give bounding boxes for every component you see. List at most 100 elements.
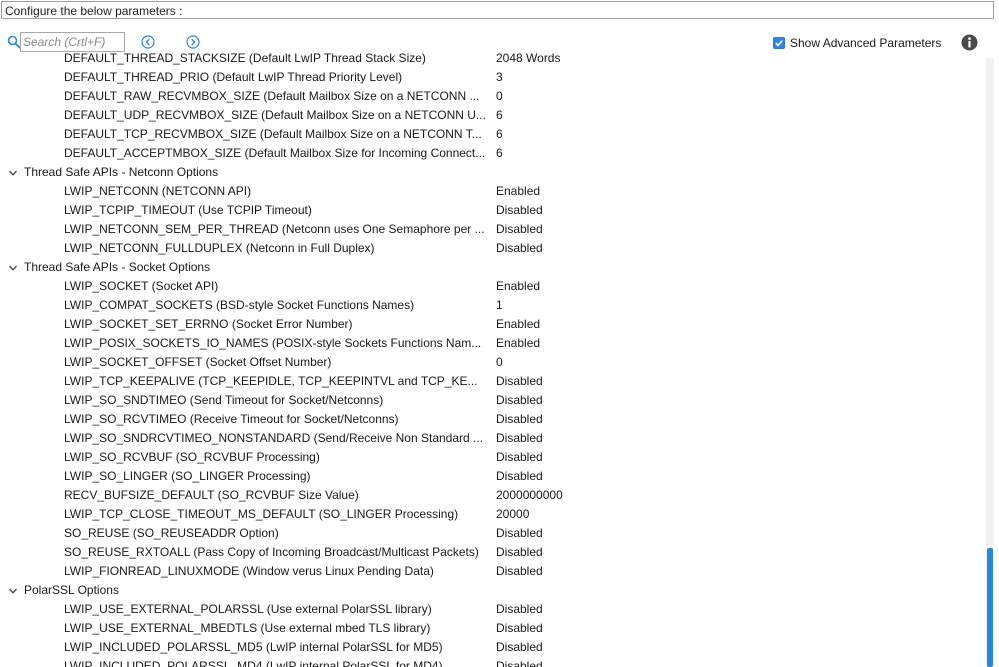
chevron-down-icon[interactable]	[8, 586, 18, 596]
parameter-name: SO_REUSE (SO_REUSEADDR Option)	[64, 526, 279, 540]
parameter-value[interactable]: Disabled	[496, 543, 543, 562]
parameter-name: LWIP_INCLUDED_POLARSSL_MD4 (LwIP interna…	[64, 659, 443, 667]
parameter-row[interactable]: LWIP_TCP_CLOSE_TIMEOUT_MS_DEFAULT (SO_LI…	[0, 505, 985, 524]
parameter-name: LWIP_NETCONN_FULLDUPLEX (Netconn in Full…	[64, 241, 375, 255]
parameter-value[interactable]: 6	[496, 106, 503, 125]
parameter-row[interactable]: LWIP_SOCKET_OFFSET (Socket Offset Number…	[0, 353, 985, 372]
parameter-name: LWIP_SO_RCVTIMEO (Receive Timeout for So…	[64, 412, 399, 426]
next-match-icon[interactable]	[186, 35, 200, 49]
group-label: PolarSSL Options	[24, 583, 119, 597]
parameter-name: DEFAULT_THREAD_PRIO (Default LwIP Thread…	[64, 70, 403, 84]
parameter-value[interactable]: Disabled	[496, 524, 543, 543]
parameter-name: DEFAULT_UDP_RECVMBOX_SIZE (Default Mailb…	[64, 108, 486, 122]
parameter-name: DEFAULT_ACCEPTMBOX_SIZE (Default Mailbox…	[64, 146, 486, 160]
group-label: Thread Safe APIs - Socket Options	[24, 260, 211, 274]
parameter-value[interactable]: 0	[496, 87, 503, 106]
parameter-value[interactable]: 2048 Words	[496, 49, 560, 68]
parameter-row[interactable]: LWIP_INCLUDED_POLARSSL_MD4 (LwIP interna…	[0, 657, 985, 667]
chevron-down-icon[interactable]	[8, 263, 18, 273]
parameter-row[interactable]: RECV_BUFSIZE_DEFAULT (SO_RCVBUF Size Val…	[0, 486, 985, 505]
parameter-row[interactable]: LWIP_NETCONN (NETCONN API) Enabled	[0, 182, 985, 201]
parameter-row[interactable]: SO_REUSE (SO_REUSEADDR Option) Disabled	[0, 524, 985, 543]
parameter-value[interactable]: 20000	[496, 505, 529, 524]
parameter-name: LWIP_COMPAT_SOCKETS (BSD-style Socket Fu…	[64, 298, 415, 312]
parameter-row[interactable]: LWIP_USE_EXTERNAL_POLARSSL (Use external…	[0, 600, 985, 619]
parameter-value[interactable]: Disabled	[496, 391, 543, 410]
parameter-value[interactable]: Enabled	[496, 315, 540, 334]
parameter-row[interactable]: LWIP_SO_RCVTIMEO (Receive Timeout for So…	[0, 410, 985, 429]
parameter-value[interactable]: Disabled	[496, 600, 543, 619]
group-row[interactable]: PolarSSL Options	[0, 581, 985, 600]
parameter-row[interactable]: LWIP_NETCONN_FULLDUPLEX (Netconn in Full…	[0, 239, 985, 258]
parameter-row[interactable]: LWIP_SO_SNDTIMEO (Send Timeout for Socke…	[0, 391, 985, 410]
parameter-value[interactable]: 0	[496, 353, 503, 372]
parameter-value[interactable]: Disabled	[496, 657, 543, 667]
parameter-value[interactable]: Enabled	[496, 334, 540, 353]
parameter-name: LWIP_SO_SNDTIMEO (Send Timeout for Socke…	[64, 393, 384, 407]
parameter-value[interactable]: Disabled	[496, 372, 543, 391]
parameter-row[interactable]: DEFAULT_TCP_RECVMBOX_SIZE (Default Mailb…	[0, 125, 985, 144]
parameter-name: LWIP_TCPIP_TIMEOUT (Use TCPIP Timeout)	[64, 203, 312, 217]
parameter-row[interactable]: LWIP_SO_SNDRCVTIMEO_NONSTANDARD (Send/Re…	[0, 429, 985, 448]
parameter-row[interactable]: LWIP_SO_LINGER (SO_LINGER Processing) Dis…	[0, 467, 985, 486]
parameter-row[interactable]: DEFAULT_ACCEPTMBOX_SIZE (Default Mailbox…	[0, 144, 985, 163]
parameter-value[interactable]: 2000000000	[496, 486, 563, 505]
parameter-value[interactable]: Disabled	[496, 448, 543, 467]
group-label: Thread Safe APIs - Netconn Options	[24, 165, 219, 179]
parameter-value[interactable]: 6	[496, 144, 503, 163]
parameter-value[interactable]: Disabled	[496, 410, 543, 429]
parameter-value[interactable]: Disabled	[496, 429, 543, 448]
parameter-row[interactable]: LWIP_COMPAT_SOCKETS (BSD-style Socket Fu…	[0, 296, 985, 315]
parameter-name: LWIP_SOCKET (Socket API)	[64, 279, 219, 293]
parameter-row[interactable]: LWIP_INCLUDED_POLARSSL_MD5 (LwIP interna…	[0, 638, 985, 657]
parameter-value[interactable]: Disabled	[496, 467, 543, 486]
previous-match-icon[interactable]	[141, 35, 155, 49]
parameter-row[interactable]: LWIP_FIONREAD_LINUXMODE (Window verus Li…	[0, 562, 985, 581]
parameter-row[interactable]: DEFAULT_RAW_RECVMBOX_SIZE (Default Mailb…	[0, 87, 985, 106]
parameter-value[interactable]: 6	[496, 125, 503, 144]
group-row[interactable]: Thread Safe APIs - Socket Options	[0, 258, 985, 277]
parameter-row[interactable]: LWIP_SOCKET_SET_ERRNO (Socket Error Numb…	[0, 315, 985, 334]
parameter-row[interactable]: LWIP_POSIX_SOCKETS_IO_NAMES (POSIX-style…	[0, 334, 985, 353]
parameter-name: LWIP_POSIX_SOCKETS_IO_NAMES (POSIX-style…	[64, 336, 482, 350]
parameter-name: LWIP_INCLUDED_POLARSSL_MD5 (LwIP interna…	[64, 640, 443, 654]
parameter-row[interactable]: LWIP_SOCKET (Socket API) Enabled	[0, 277, 985, 296]
parameter-value[interactable]: Disabled	[496, 562, 543, 581]
scrollbar-thumb[interactable]	[987, 548, 993, 667]
header-title: Configure the below parameters :	[5, 4, 183, 18]
parameter-row[interactable]: DEFAULT_THREAD_STACKSIZE (Default LwIP T…	[0, 49, 985, 68]
parameter-value[interactable]: 3	[496, 68, 503, 87]
parameter-value[interactable]: 1	[496, 296, 503, 315]
parameter-value[interactable]: Disabled	[496, 638, 543, 657]
parameter-name: LWIP_TCP_KEEPALIVE (TCP_KEEPIDLE, TCP_KE…	[64, 374, 478, 388]
search-icon[interactable]	[7, 35, 21, 49]
parameter-name: RECV_BUFSIZE_DEFAULT (SO_RCVBUF Size Val…	[64, 488, 359, 502]
parameter-row[interactable]: LWIP_USE_EXTERNAL_MBEDTLS (Use external …	[0, 619, 985, 638]
parameter-row[interactable]: DEFAULT_THREAD_PRIO (Default LwIP Thread…	[0, 68, 985, 87]
parameter-name: LWIP_USE_EXTERNAL_POLARSSL (Use external…	[64, 602, 432, 616]
group-row[interactable]: Thread Safe APIs - Netconn Options	[0, 163, 985, 182]
show-advanced-checkbox[interactable]	[773, 37, 785, 49]
parameter-name: DEFAULT_TCP_RECVMBOX_SIZE (Default Mailb…	[64, 127, 482, 141]
parameter-row[interactable]: LWIP_SO_RCVBUF (SO_RCVBUF Processing) Dis…	[0, 448, 985, 467]
parameter-name: DEFAULT_RAW_RECVMBOX_SIZE (Default Mailb…	[64, 89, 480, 103]
parameter-name: LWIP_SO_LINGER (SO_LINGER Processing)	[64, 469, 311, 483]
parameter-value[interactable]: Disabled	[496, 239, 543, 258]
parameter-value[interactable]: Disabled	[496, 220, 543, 239]
parameter-value[interactable]: Disabled	[496, 201, 543, 220]
parameter-value[interactable]: Disabled	[496, 619, 543, 638]
checkmark-icon	[775, 40, 783, 47]
parameter-row[interactable]: SO_REUSE_RXTOALL (Pass Copy of Incoming …	[0, 543, 985, 562]
parameter-row[interactable]: DEFAULT_UDP_RECVMBOX_SIZE (Default Mailb…	[0, 106, 985, 125]
chevron-down-icon[interactable]	[8, 168, 18, 178]
parameter-name: LWIP_SOCKET_OFFSET (Socket Offset Number…	[64, 355, 332, 369]
parameter-row[interactable]: LWIP_NETCONN_SEM_PER_THREAD (Netconn use…	[0, 220, 985, 239]
show-advanced-label: Show Advanced Parameters	[790, 36, 942, 50]
vertical-scrollbar[interactable]	[986, 58, 994, 667]
parameter-value[interactable]: Enabled	[496, 182, 540, 201]
parameter-row[interactable]: LWIP_TCPIP_TIMEOUT (Use TCPIP Timeout) Di…	[0, 201, 985, 220]
parameter-value[interactable]: Enabled	[496, 277, 540, 296]
parameter-tree: DEFAULT_THREAD_STACKSIZE (Default LwIP T…	[0, 49, 985, 667]
parameter-row[interactable]: LWIP_TCP_KEEPALIVE (TCP_KEEPIDLE, TCP_KE…	[0, 372, 985, 391]
parameter-name: LWIP_SO_SNDRCVTIMEO_NONSTANDARD (Send/Re…	[64, 431, 484, 445]
